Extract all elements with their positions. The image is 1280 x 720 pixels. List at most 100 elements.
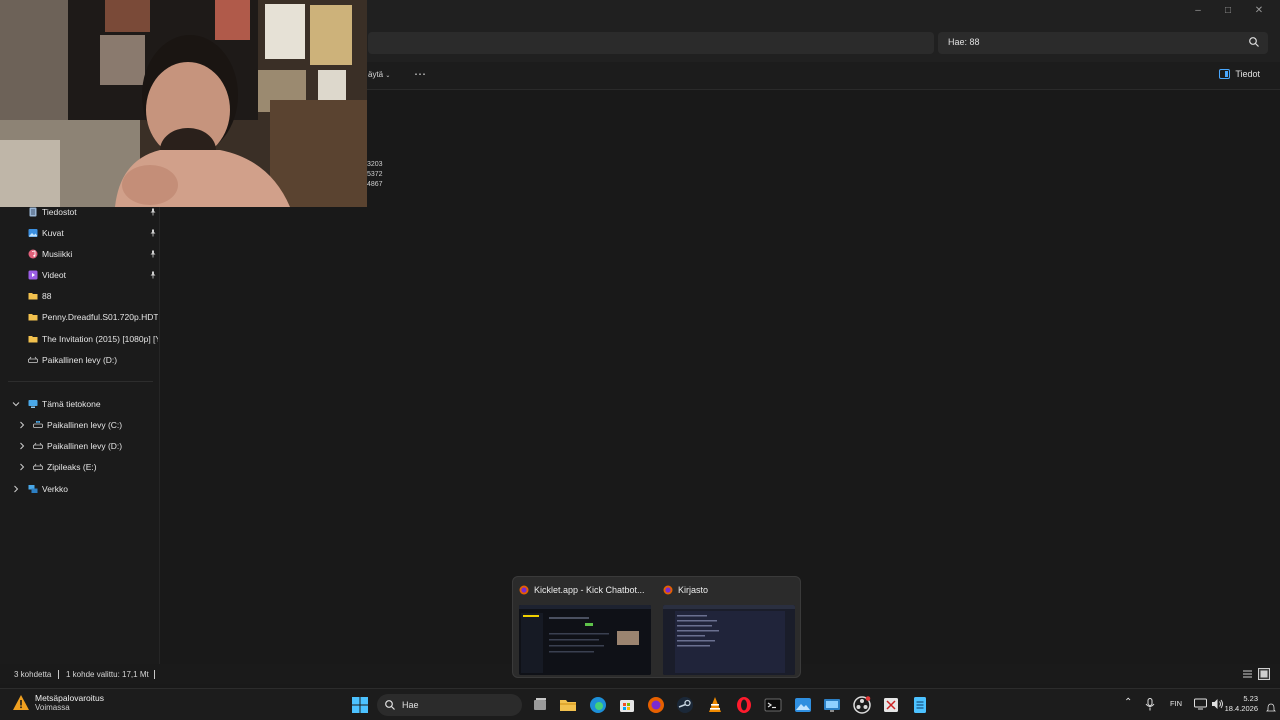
tiles-view-icon[interactable] <box>1258 668 1270 680</box>
webcam-image <box>0 0 367 207</box>
sidebar-item-music[interactable]: Musiikki <box>28 246 158 262</box>
videos-icon <box>28 270 38 280</box>
sidebar-item-local-disk-c[interactable]: Paikallinen levy (C:) <box>33 417 163 433</box>
sidebar-item-label: Paikallinen levy (C:) <box>47 420 123 430</box>
network-status-icon[interactable] <box>1194 698 1207 710</box>
details-label: Tiedot <box>1235 69 1260 79</box>
chevron-down-icon: ⌄ <box>385 73 391 79</box>
sidebar-item-label: Penny.Dreadful.S01.720p.HDTV.x2 <box>42 312 158 322</box>
clock-time: 5.23 <box>1243 694 1258 703</box>
webcam-overlay <box>0 0 367 207</box>
warning-icon <box>13 694 29 710</box>
notepad-icon[interactable] <box>910 695 930 715</box>
drive-icon <box>33 442 43 449</box>
volume-icon[interactable] <box>1211 698 1224 710</box>
clock-date: 18.4.2026 <box>1224 704 1258 713</box>
photos-icon[interactable] <box>793 695 813 715</box>
status-separator <box>58 670 59 679</box>
taskbar-thumbnail-popup: Kicklet.app - Kick Chatbot... Kirjasto <box>512 576 801 678</box>
pin-icon <box>150 229 156 237</box>
number-line: 5372 <box>367 171 383 178</box>
search-box[interactable]: Hae: 88 <box>938 32 1268 54</box>
close-icon[interactable]: ✕ <box>1251 3 1267 19</box>
sidebar-item-label: Kuvat <box>42 228 64 238</box>
snipping-tool-icon[interactable] <box>881 695 901 715</box>
language-indicator[interactable]: FIN <box>1170 699 1182 708</box>
terminal-icon[interactable] <box>763 695 783 715</box>
view-menu[interactable]: äytä ⌄ <box>368 70 390 79</box>
sidebar-item-local-disk-d2[interactable]: Paikallinen levy (D:) <box>33 438 163 454</box>
microphone-icon[interactable] <box>1145 698 1155 711</box>
search-text: Hae: 88 <box>948 37 980 47</box>
clock[interactable]: 5.23 18.4.2026 <box>1225 694 1258 714</box>
taskbar-search[interactable]: Hae <box>377 694 522 716</box>
overlay-numbers: 3203 5372 4867 <box>367 160 383 190</box>
weather-subtitle: Voimassa <box>35 703 70 712</box>
item-count: 3 kohdetta <box>14 670 52 679</box>
sidebar-item-folder-88[interactable]: 88 <box>28 288 158 304</box>
store-icon[interactable] <box>617 695 637 715</box>
music-icon <box>28 249 38 259</box>
taskbar-search-text: Hae <box>402 700 419 710</box>
sidebar-divider <box>8 381 153 382</box>
sidebar-item-pictures[interactable]: Kuvat <box>28 225 158 241</box>
thumbnail-kicklet[interactable]: Kicklet.app - Kick Chatbot... <box>513 577 657 679</box>
view-menu-label: äytä <box>368 70 384 79</box>
details-button[interactable]: Tiedot <box>1219 69 1260 79</box>
chevron-right-icon[interactable] <box>12 485 20 493</box>
sidebar-item-videos[interactable]: Videot <box>28 267 158 283</box>
search-icon[interactable] <box>1248 36 1260 48</box>
task-view-icon[interactable] <box>530 695 550 715</box>
sidebar-item-zipileaks-e[interactable]: Zipileaks (E:) <box>33 459 163 475</box>
sidebar-item-penny-dreadful[interactable]: Penny.Dreadful.S01.720p.HDTV.x2 <box>28 309 158 325</box>
thumbnail-preview <box>519 605 651 675</box>
remote-desktop-icon[interactable] <box>822 695 842 715</box>
maximize-icon[interactable]: □ <box>1220 3 1236 19</box>
opera-icon[interactable] <box>734 695 754 715</box>
steam-icon[interactable] <box>675 695 695 715</box>
chevron-right-icon[interactable] <box>18 442 26 450</box>
sidebar-item-label: 88 <box>42 291 52 301</box>
chevron-down-icon[interactable] <box>12 400 20 408</box>
firefox-icon <box>519 585 529 595</box>
obs-icon[interactable] <box>852 695 872 715</box>
status-separator <box>154 670 155 679</box>
sidebar-item-label: Musiikki <box>42 249 73 259</box>
chevron-right-icon[interactable] <box>18 421 26 429</box>
thumbnail-kirjasto[interactable]: Kirjasto <box>657 577 801 679</box>
edge-icon[interactable] <box>588 695 608 715</box>
sidebar-item-this-pc[interactable]: Tämä tietokone <box>28 396 158 412</box>
drive-icon <box>28 356 38 363</box>
sidebar-item-label: The Invitation (2015) [1080p] [YTS <box>42 334 158 344</box>
sidebar-item-label: Tiedostot <box>42 207 77 217</box>
thumbnail-title: Kicklet.app - Kick Chatbot... <box>534 585 645 595</box>
notification-icon[interactable] <box>1266 703 1276 713</box>
windows-drive-icon <box>33 421 43 428</box>
pin-icon <box>150 271 156 279</box>
firefox-taskbar-icon[interactable] <box>646 695 666 715</box>
computer-icon <box>28 400 38 408</box>
vlc-icon[interactable] <box>705 695 725 715</box>
sidebar-item-label: Zipileaks (E:) <box>47 462 97 472</box>
folder-icon <box>28 336 38 343</box>
start-icon[interactable] <box>350 695 370 715</box>
number-line: 3203 <box>367 161 383 168</box>
folder-icon <box>28 314 38 321</box>
address-bar[interactable] <box>368 32 934 54</box>
sidebar-item-local-disk-d[interactable]: Paikallinen levy (D:) <box>28 352 158 368</box>
network-icon <box>28 485 38 493</box>
sidebar-item-network[interactable]: Verkko <box>28 481 158 497</box>
sidebar-item-label: Paikallinen levy (D:) <box>47 441 123 451</box>
weather-widget[interactable]: Metsäpalovaroitus Voimassa <box>12 693 104 712</box>
taskbar: Metsäpalovaroitus Voimassa Hae ⌃ FIN 5.2… <box>0 688 1280 720</box>
chevron-up-icon[interactable]: ⌃ <box>1124 697 1132 708</box>
more-options-icon[interactable]: ⋯ <box>414 67 427 81</box>
details-view-icon[interactable] <box>1242 669 1253 679</box>
chevron-right-icon[interactable] <box>18 463 26 471</box>
sidebar-item-label: Videot <box>42 270 66 280</box>
sidebar-item-label: Tämä tietokone <box>42 399 101 409</box>
sidebar-item-the-invitation[interactable]: The Invitation (2015) [1080p] [YTS <box>28 331 158 347</box>
minimize-icon[interactable]: – <box>1190 3 1206 19</box>
file-explorer-icon[interactable] <box>558 695 578 715</box>
firefox-icon <box>663 585 673 595</box>
